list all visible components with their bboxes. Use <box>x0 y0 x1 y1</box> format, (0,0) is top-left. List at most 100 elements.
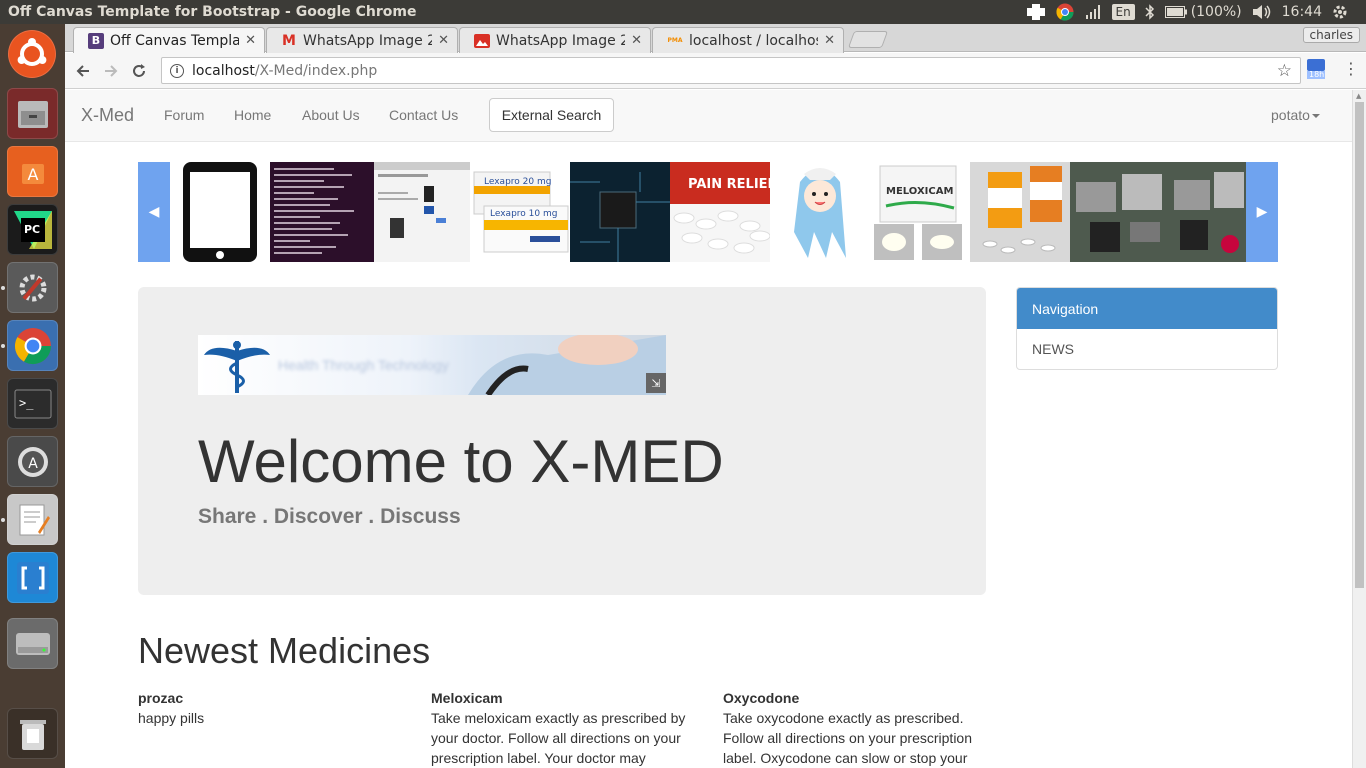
nav-about-us[interactable]: About Us <box>302 107 360 123</box>
user-dropdown[interactable]: potato <box>1271 107 1320 123</box>
anime-character-image[interactable] <box>770 162 870 262</box>
clock[interactable]: 16:44 <box>1282 4 1322 20</box>
settings-gear-icon[interactable] <box>1332 4 1348 20</box>
medicine-item[interactable]: prozac happy pills <box>138 688 408 728</box>
tablet-image[interactable] <box>182 162 258 262</box>
volume-icon[interactable] <box>1252 4 1272 20</box>
health-banner-image: Health Through Technology ⇲ <box>198 335 666 395</box>
forward-button[interactable] <box>97 57 125 85</box>
site-tagline: Share . Discover . Discuss <box>198 505 461 528</box>
files-icon[interactable] <box>7 88 58 139</box>
medicine-name[interactable]: prozac <box>138 688 408 708</box>
back-button[interactable] <box>69 57 97 85</box>
software-center-icon[interactable]: A <box>7 146 58 197</box>
site-navbar: X-Med Forum Home About Us Contact Us Ext… <box>65 90 1352 142</box>
tab-phpmyadmin[interactable]: PMA localhost / localhost ✕ <box>652 27 844 53</box>
tab-whatsapp-image-2[interactable]: WhatsApp Image 201 ✕ <box>459 27 651 53</box>
reload-button[interactable] <box>125 57 153 85</box>
software-updater-icon[interactable]: A <box>7 436 58 487</box>
phpmyadmin-favicon-icon: PMA <box>667 37 683 44</box>
system-settings-icon[interactable] <box>7 262 58 313</box>
newest-medicines-heading: Newest Medicines <box>138 630 431 671</box>
image-favicon-icon <box>474 33 490 49</box>
close-tab-icon[interactable]: ✕ <box>631 33 642 48</box>
carousel-next-button[interactable]: ▶ <box>1246 162 1278 262</box>
svg-text:Lexapro 10 mg: Lexapro 10 mg <box>490 209 557 219</box>
medicine-item[interactable]: Meloxicam Take meloxicam exactly as pres… <box>431 688 701 768</box>
close-tab-icon[interactable]: ✕ <box>245 33 256 48</box>
ubuntu-dash-icon[interactable] <box>8 30 56 78</box>
nav-contact-us[interactable]: Contact Us <box>389 107 458 123</box>
tab-whatsapp-image-1[interactable]: M WhatsApp Image 201 ✕ <box>266 27 458 53</box>
meloxicam-box-image[interactable]: MELOXICAM <box>870 162 970 262</box>
brackets-icon[interactable] <box>7 552 58 603</box>
site-info-icon[interactable]: i <box>170 63 184 78</box>
svg-text:Lexapro 20 mg: Lexapro 20 mg <box>484 177 551 187</box>
close-tab-icon[interactable]: ✕ <box>438 33 449 48</box>
profile-button[interactable]: charles <box>1302 27 1360 43</box>
keyboard-layout-indicator[interactable]: En <box>1111 4 1135 20</box>
pain-relief-pills-image[interactable]: PAIN RELIEF <box>670 162 770 262</box>
extension-icon[interactable]: 18h <box>1306 58 1326 80</box>
network-signal-icon[interactable] <box>1084 4 1102 20</box>
banner-tagline: Health Through Technology <box>278 357 449 373</box>
chrome-tray-icon[interactable] <box>1055 3 1074 21</box>
chrome-menu-icon[interactable]: ⋮ <box>1343 59 1359 78</box>
terminal-screenshot-image[interactable] <box>270 162 374 262</box>
tab-title: WhatsApp Image 201 <box>303 32 432 49</box>
terminal-icon[interactable]: >_ <box>7 378 58 429</box>
text-editor-icon[interactable] <box>7 494 58 545</box>
bootstrap-favicon-icon: B <box>88 32 104 49</box>
nav-news-link[interactable]: NEWS <box>1017 329 1277 369</box>
extension-badge: 18h <box>1309 70 1325 79</box>
medicine-description: Take oxycodone exactly as prescribed. Fo… <box>723 710 972 766</box>
window-title: Off Canvas Template for Bootstrap - Goog… <box>8 4 417 20</box>
nav-home[interactable]: Home <box>234 107 271 123</box>
raspberry-pi-image-1[interactable] <box>1070 162 1170 262</box>
bluetooth-icon[interactable] <box>1145 4 1155 20</box>
health-icon[interactable] <box>1026 3 1046 21</box>
battery-percent: (100%) <box>1190 4 1242 20</box>
medicine-description: happy pills <box>138 710 205 726</box>
medicine-item[interactable]: Oxycodone Take oxycodone exactly as pres… <box>723 688 985 768</box>
image-expand-icon[interactable]: ⇲ <box>646 373 666 393</box>
svg-text:PC: PC <box>24 223 40 236</box>
carousel-prev-button[interactable]: ◀ <box>138 162 170 262</box>
jumbotron: Health Through Technology ⇲ Welcome to X… <box>138 287 986 595</box>
tab-title: Off Canvas Template <box>110 32 239 49</box>
welcome-heading: Welcome to X-MED <box>198 428 724 495</box>
medicine-name[interactable]: Meloxicam <box>431 688 701 708</box>
disk-drive-icon[interactable] <box>7 618 58 669</box>
oxycodone-bottles-image[interactable] <box>970 162 1070 262</box>
scrollbar-thumb[interactable] <box>1355 102 1364 588</box>
close-tab-icon[interactable]: ✕ <box>824 33 835 48</box>
chrome-launcher-icon[interactable] <box>7 320 58 371</box>
tab-off-canvas[interactable]: B Off Canvas Template ✕ <box>73 27 265 53</box>
address-bar[interactable]: i localhost/X-Med/index.php ☆ <box>161 57 1301 84</box>
page-scrollbar[interactable]: ▲ <box>1352 90 1366 768</box>
raspberry-pi-image-2[interactable] <box>1170 162 1246 262</box>
trash-icon[interactable] <box>7 708 58 759</box>
bookmark-star-icon[interactable]: ☆ <box>1277 61 1292 81</box>
circuit-board-image[interactable] <box>570 162 670 262</box>
svg-text:A: A <box>27 165 38 184</box>
navigation-panel: Navigation NEWS <box>1016 287 1278 370</box>
svg-text:>_: >_ <box>19 396 34 410</box>
nav-forum[interactable]: Forum <box>164 107 204 123</box>
medicine-name[interactable]: Oxycodone <box>723 688 985 708</box>
url-host: localhost <box>192 62 255 79</box>
webpage-screenshot-image[interactable] <box>374 162 470 262</box>
unity-launcher: A PC >_ A <box>0 24 65 768</box>
caduceus-icon <box>204 341 270 393</box>
svg-text:MELOXICAM: MELOXICAM <box>886 186 953 197</box>
svg-text:A: A <box>28 456 38 472</box>
lexapro-box-image[interactable]: Lexapro 20 mg Lexapro 10 mg <box>470 162 570 262</box>
external-search-button[interactable]: External Search <box>489 98 614 132</box>
page-viewport: X-Med Forum Home About Us Contact Us Ext… <box>65 90 1352 768</box>
site-brand[interactable]: X-Med <box>81 105 134 126</box>
battery-indicator[interactable]: (100%) <box>1164 4 1242 20</box>
image-carousel: ◀ Lexapro 20 mg Lexapro 10 mg PAIN RELIE… <box>138 162 1278 262</box>
pycharm-icon[interactable]: PC <box>7 204 58 255</box>
new-tab-button[interactable] <box>847 31 889 48</box>
scroll-up-icon[interactable]: ▲ <box>1356 92 1361 100</box>
